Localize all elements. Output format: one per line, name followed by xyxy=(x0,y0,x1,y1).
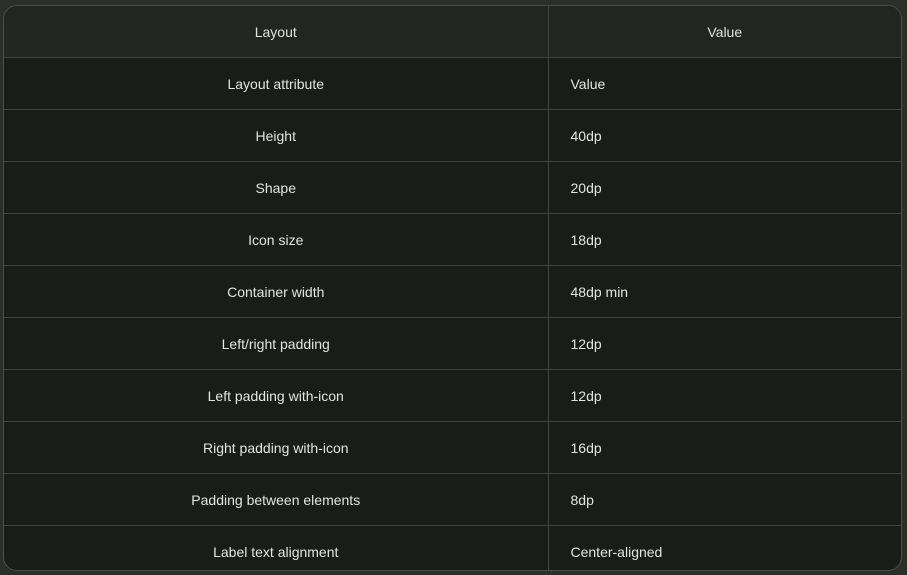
cell-value: 8dp xyxy=(548,473,901,526)
cell-value: 18dp xyxy=(548,213,901,266)
cell-layout-attribute: Container width xyxy=(4,265,549,318)
table-row: Layout attribute Value xyxy=(4,57,901,110)
table-row: Label text alignment Center-aligned xyxy=(4,525,901,570)
layout-spec-table-container: Layout Value Layout attribute Value Height… xyxy=(3,5,902,571)
table-row: Left padding with-icon 12dp xyxy=(4,369,901,422)
cell-value: 48dp min xyxy=(548,265,901,318)
table-header-row: Layout Value xyxy=(4,6,901,58)
cell-layout-attribute: Left/right padding xyxy=(4,317,549,370)
cell-layout-attribute: Label text alignment xyxy=(4,525,549,570)
cell-layout-attribute: Right padding with-icon xyxy=(4,421,549,474)
table-row: Left/right padding 12dp xyxy=(4,317,901,370)
table-row: Padding between elements 8dp xyxy=(4,473,901,526)
cell-value: Center-aligned xyxy=(570,543,663,560)
cell-layout-attribute: Layout attribute xyxy=(4,57,549,110)
table-row: Icon size 18dp xyxy=(4,213,901,266)
cell-layout-attribute: Padding between elements xyxy=(4,473,549,526)
cell-value: 40dp xyxy=(548,109,901,162)
cell-layout-attribute: Left padding with-icon xyxy=(4,369,549,422)
cell-value: 12dp xyxy=(548,369,901,422)
cell-layout-attribute: Icon size xyxy=(4,213,549,266)
cell-layout-attribute: Height xyxy=(4,109,549,162)
cell-value: 12dp xyxy=(548,317,901,370)
cell-value: 16dp xyxy=(548,421,901,474)
table-row: Right padding with-icon 16dp xyxy=(4,421,901,474)
table-row: Container width 48dp min xyxy=(4,265,901,318)
cell-value: Value xyxy=(548,57,901,110)
column-header-layout: Layout xyxy=(4,6,549,58)
cell-value: 20dp xyxy=(548,161,901,214)
table-row: Shape 20dp xyxy=(4,161,901,214)
layout-spec-table: Layout Value Layout attribute Value Height… xyxy=(4,6,901,570)
cell-layout-attribute: Shape xyxy=(4,161,549,214)
column-header-value: Value xyxy=(548,6,901,58)
table-row: Height 40dp xyxy=(4,109,901,162)
